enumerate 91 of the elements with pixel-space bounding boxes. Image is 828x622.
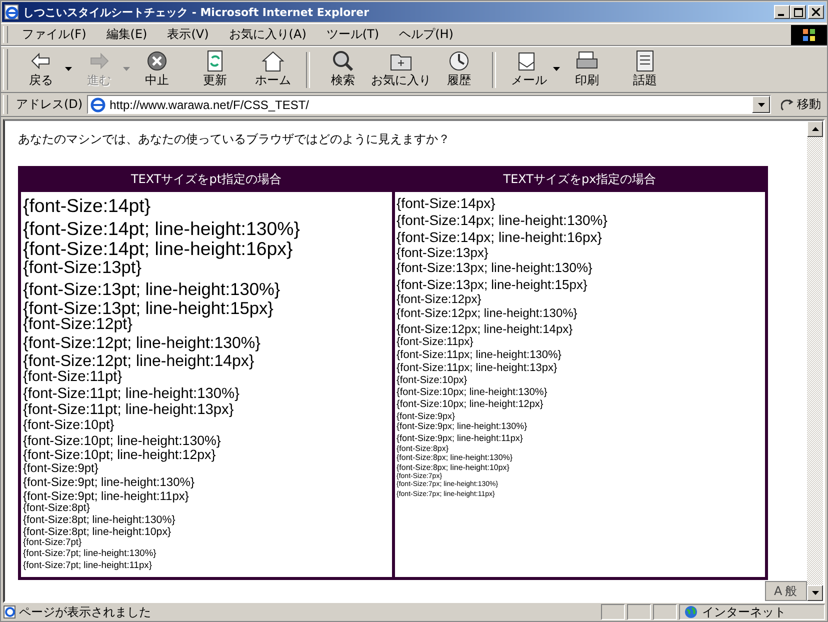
sample-text: {font-Size:11px} — [396, 336, 474, 348]
toolbar-button[interactable]: ホーム — [244, 48, 302, 90]
security-zone: インターネット — [679, 604, 825, 620]
address-label: アドレス(D) — [16, 96, 83, 113]
sample-text: {font-Size:12pt; line-height:130%} — [23, 334, 262, 354]
sample-text: {font-Size:9px; line-height:11px} — [396, 432, 524, 444]
sample-text: {font-Size:10px; line-height:130%} — [396, 386, 548, 399]
sample-text: {font-Size:14pt} — [23, 195, 152, 217]
menu-item[interactable]: ツール(T) — [316, 26, 390, 43]
sample-text: {font-Size:7pt; line-height:130%} — [23, 547, 158, 560]
globe-icon — [684, 605, 698, 619]
clock-icon — [447, 50, 471, 72]
sample-text: {font-Size:7pt} — [23, 537, 82, 548]
sample-text: {font-Size:9px} — [396, 411, 456, 421]
sample-text: {font-Size:10pt} — [23, 416, 114, 432]
page-icon — [90, 96, 106, 112]
menu-item[interactable]: ファイル(F) — [12, 26, 96, 43]
sample-text: {font-Size:7pt; line-height:11px} — [23, 560, 153, 571]
up-arrow-icon[interactable] — [812, 127, 818, 131]
sample-text: {font-Size:13px} — [396, 245, 490, 260]
sample-text: {font-Size:8pt; line-height:130%} — [23, 514, 176, 527]
sample-text: {font-Size:8px} — [396, 444, 450, 453]
sample-text: {font-Size:11pt} — [23, 368, 122, 385]
toolbar-button[interactable]: 中止 — [128, 48, 186, 90]
menu-item[interactable]: ヘルプ(H) — [389, 26, 464, 43]
caret-icon[interactable] — [758, 102, 764, 106]
sample-text: {font-Size:8pt; line-height:10px} — [23, 527, 172, 538]
sample-text: {font-Size:12pt} — [23, 316, 132, 334]
close-button[interactable] — [808, 5, 824, 19]
sample-text: {font-Size:8px; line-height:130%} — [396, 452, 514, 464]
sample-text: {font-Size:14pt; line-height:16px} — [23, 241, 293, 258]
windows-logo-icon — [791, 24, 827, 44]
sample-text: {font-Size:9pt; line-height:130%} — [23, 474, 196, 491]
sample-text: {font-Size:9pt} — [23, 460, 98, 475]
toolbar-button[interactable]: 更新 — [186, 48, 244, 90]
sample-text: {font-Size:12px; line-height:130%} — [396, 306, 578, 322]
sample-text: {font-Size:8pt} — [23, 502, 90, 514]
menu-item[interactable]: お気に入り(A) — [218, 26, 316, 43]
curved-arrow-icon — [781, 98, 795, 110]
sample-text: {font-Size:13px; line-height:15px} — [396, 277, 588, 292]
sample-text: {font-Size:11pt; line-height:130%} — [23, 384, 240, 403]
sample-text: {font-Size:10px; line-height:12px} — [396, 399, 544, 411]
status-message: ページが表示されました — [19, 604, 152, 620]
window-title: しつこいスタイルシートチェック - Microsoft Internet Explorer — [23, 4, 370, 20]
minimize-button[interactable] — [774, 5, 790, 19]
close-icon — [812, 8, 820, 16]
sample-text: {font-Size:12px} — [396, 292, 482, 306]
toolbar-button[interactable]: 戻る — [12, 48, 70, 90]
sample-text: {font-Size:12pt; line-height:14px} — [23, 354, 256, 369]
sample-text: {font-Size:13pt; line-height:130%} — [23, 278, 282, 301]
toolbar-button[interactable]: 履歴 — [430, 48, 488, 90]
sample-text: {font-Size:11pt; line-height:13px} — [23, 404, 235, 417]
sample-text: {font-Size:14px; line-height:16px} — [396, 229, 603, 246]
menu-item[interactable]: 表示(V) — [157, 26, 219, 43]
vertical-scrollbar[interactable] — [807, 121, 823, 601]
sample-text: {font-Size:13px; line-height:130%} — [396, 260, 594, 278]
go-button[interactable]: 移動 — [775, 96, 827, 113]
sample-text: {font-Size:8px; line-height:10px} — [396, 463, 510, 472]
search-icon — [331, 50, 355, 72]
sample-text: {font-Size:10px} — [396, 375, 468, 386]
sample-text: {font-Size:10pt; line-height:130%} — [23, 432, 222, 449]
caret-icon[interactable] — [65, 66, 72, 70]
column-header: TEXTサイズをpt指定の場合 — [130, 170, 283, 188]
maximize-button[interactable] — [790, 5, 806, 19]
address-field[interactable]: http://www.warawa.net/F/CSS_TEST/ — [86, 95, 771, 114]
question-text: あなたのマシンでは、あなたの使っているブラウザではどのように見えますか？ — [18, 131, 451, 148]
sample-text: {font-Size:13pt; line-height:15px} — [23, 300, 274, 316]
caret-icon[interactable] — [553, 66, 560, 70]
sample-text: {font-Size:11px; line-height:130%} — [396, 348, 562, 362]
toolbar-button[interactable]: 検索 — [314, 48, 372, 90]
browser-icon — [4, 4, 20, 20]
toolbar-button[interactable]: 印刷 — [558, 48, 616, 90]
toolbar-button[interactable]: お気に入り — [372, 48, 430, 90]
toolbar-button[interactable]: メール — [500, 48, 558, 90]
toolbar-button[interactable]: 話題 — [616, 48, 674, 90]
maximize-icon — [794, 8, 802, 16]
page-icon — [3, 605, 17, 619]
sample-text: {font-Size:14px} — [396, 195, 496, 211]
sample-text: {font-Size:10pt; line-height:12px} — [23, 448, 216, 461]
column-header: TEXTサイズをpx指定の場合 — [502, 170, 658, 188]
language-bar[interactable]: A 般 — [765, 581, 807, 601]
sample-text: {font-Size:12px; line-height:14px} — [396, 322, 574, 336]
sample-text: {font-Size:9pt; line-height:11px} — [23, 490, 190, 502]
menu-item[interactable]: 編集(E) — [96, 26, 158, 43]
down-arrow-icon[interactable] — [812, 591, 818, 595]
home-icon — [261, 50, 285, 72]
stop-icon — [145, 50, 169, 72]
sample-text: {font-Size:9px; line-height:130%} — [396, 421, 528, 433]
sample-text: {font-Size:14pt; line-height:130%} — [23, 217, 301, 241]
sample-text: {font-Size:14px; line-height:130%} — [396, 211, 608, 230]
sample-text: {font-Size:11px; line-height:13px} — [396, 362, 558, 375]
